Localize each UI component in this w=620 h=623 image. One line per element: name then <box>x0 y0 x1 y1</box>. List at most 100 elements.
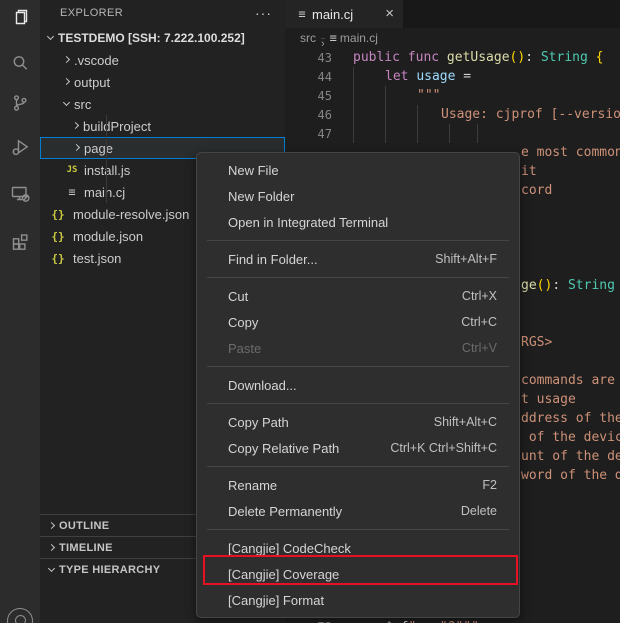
token: unt of the de <box>521 449 620 464</box>
token: word of the d <box>521 468 620 483</box>
token: e most common <box>521 145 620 160</box>
extensions-icon[interactable] <box>8 228 32 252</box>
menu-item-copy-relative-path[interactable]: Copy Relative PathCtrl+K Ctrl+Shift+C <box>197 435 519 461</box>
menu-item-label: [Cangjie] Format <box>228 593 324 608</box>
menu-divider <box>207 366 509 367</box>
close-icon[interactable]: × <box>385 7 394 21</box>
indent-guide <box>353 105 354 124</box>
menu-item-label: New File <box>228 163 279 178</box>
token: ddress of the <box>521 411 620 426</box>
code-fragment-1: it <box>521 162 537 181</box>
menu-item-find-in-folder[interactable]: Find in Folder... Shift+Alt+F <box>197 246 519 272</box>
code-fragment-7: ddress of the <box>521 409 620 428</box>
menu-item-new-file[interactable]: New File <box>197 157 519 183</box>
run-and-debug-icon[interactable] <box>8 135 32 159</box>
menu-item-shortcut: Ctrl+C <box>461 315 497 329</box>
source-control-icon[interactable] <box>8 91 32 115</box>
json-file-icon: {} <box>50 252 66 265</box>
vscode-window: EXPLORER ··· TESTDEMO [SSH: 7.222.100.25… <box>0 0 620 623</box>
file-icon: ≡ <box>294 7 310 21</box>
token: commands are <box>521 373 615 388</box>
menu-item-label: Delete Permanently <box>228 504 342 519</box>
chevron-right-icon <box>44 524 59 528</box>
line-number: 44 <box>285 70 332 84</box>
menu-item-new-folder[interactable]: New Folder <box>197 183 519 209</box>
indent-guide <box>385 105 386 124</box>
menu-item-label: Paste <box>228 341 261 356</box>
context-menu: New File New Folder Open in Integrated Ter… <box>196 152 520 618</box>
tree-item-src[interactable]: src <box>40 93 285 115</box>
token: let <box>385 69 416 84</box>
menu-item-cut[interactable]: CutCtrl+X <box>197 283 519 309</box>
menu-item-copy-path[interactable]: Copy PathShift+Alt+C <box>197 409 519 435</box>
tab-main-cj[interactable]: ≡ main.cj × <box>285 0 403 28</box>
indent-guide <box>449 124 450 143</box>
breadcrumb-item-src[interactable]: src <box>300 31 316 45</box>
tree-item-label: main.cj <box>84 185 125 200</box>
menu-item-cangjie-format[interactable]: [Cangjie] Format <box>197 587 519 613</box>
tree-item-vscode[interactable]: .vscode <box>40 49 285 71</box>
token: String <box>541 50 588 65</box>
tree-indent-guide <box>106 115 107 203</box>
menu-item-download[interactable]: Download... <box>197 372 519 398</box>
menu-item-cangjie-coverage[interactable]: [Cangjie] Coverage <box>197 561 519 587</box>
indent-guide <box>477 124 478 143</box>
code-text: Usage: cjprof [--version <box>337 107 620 122</box>
menu-item-shortcut: Shift+Alt+F <box>435 252 497 266</box>
search-icon[interactable] <box>8 51 32 75</box>
line-number: 43 <box>285 51 332 65</box>
menu-item-cangjie-codecheck[interactable]: [Cangjie] CodeCheck <box>197 535 519 561</box>
menu-item-shortcut: Ctrl+V <box>462 341 497 355</box>
token: usage <box>416 69 455 84</box>
line-content: let usage = <box>337 67 620 86</box>
chevron-right-icon <box>69 146 84 150</box>
breadcrumb-item-file[interactable]: main.cj <box>340 31 378 45</box>
code-fragment-2: cord <box>521 181 552 200</box>
js-file-icon: JS <box>64 165 80 175</box>
chevron-right-icon: › <box>321 38 325 39</box>
token: cord <box>521 183 552 198</box>
line-number: 46 <box>285 108 332 122</box>
token: getUsage <box>447 50 510 65</box>
json-file-icon: {} <box>50 230 66 243</box>
tree-item-testdemo-ssh-7-222-100-252[interactable]: TESTDEMO [SSH: 7.222.100.252] <box>40 27 285 49</box>
token: t usage <box>521 392 576 407</box>
tree-item-output[interactable]: output <box>40 71 285 93</box>
menu-divider <box>207 277 509 278</box>
code-fragment-3: ge(): String <box>521 276 615 295</box>
menu-item-label: New Folder <box>228 189 294 204</box>
menu-divider <box>207 529 509 530</box>
menu-item-delete-permanently[interactable]: Delete PermanentlyDelete <box>197 498 519 524</box>
menu-item-shortcut: F2 <box>482 478 497 492</box>
tree-item-label: src <box>74 97 91 112</box>
file-icon: ≡ <box>64 185 80 199</box>
section-label: OUTLINE <box>59 520 109 532</box>
line-number: 47 <box>285 127 332 141</box>
menu-item-copy[interactable]: CopyCtrl+C <box>197 309 519 335</box>
json-file-icon: {} <box>50 208 66 221</box>
code-fragment-9: unt of the de <box>521 447 620 466</box>
menu-item-rename[interactable]: RenameF2 <box>197 472 519 498</box>
code-fragment-0: e most common <box>521 143 620 162</box>
menu-item-label: Copy Relative Path <box>228 441 339 456</box>
menu-item-label: [Cangjie] CodeCheck <box>228 541 351 556</box>
line-content: Usage: cjprof [--version <box>337 105 620 124</box>
code-fragment-10: word of the d <box>521 466 620 485</box>
breadcrumb: src › ≡ main.cj <box>285 28 620 48</box>
more-actions-icon[interactable]: ··· <box>255 8 272 18</box>
token: ge <box>521 278 537 293</box>
tree-item-label: buildProject <box>83 119 151 134</box>
menu-item-label: Find in Folder... <box>228 252 318 267</box>
explorer-icon[interactable] <box>8 5 32 29</box>
line-number: 73 <box>285 618 332 623</box>
code-line-44: 44 let usage = <box>285 67 620 86</box>
code-line-45: 45""" <box>285 86 620 105</box>
code-line-47: 47 <box>285 124 620 143</box>
tree-item-buildproject[interactable]: buildProject <box>40 115 285 137</box>
tree-item-label: output <box>74 75 110 90</box>
tree-item-label: page <box>84 141 113 156</box>
menu-item-open-in-integrated-terminal[interactable]: Open in Integrated Terminal <box>197 209 519 235</box>
sidebar-title: EXPLORER <box>40 7 123 19</box>
file-icon: ≡ <box>330 31 337 45</box>
remote-explorer-icon[interactable] <box>8 181 32 205</box>
